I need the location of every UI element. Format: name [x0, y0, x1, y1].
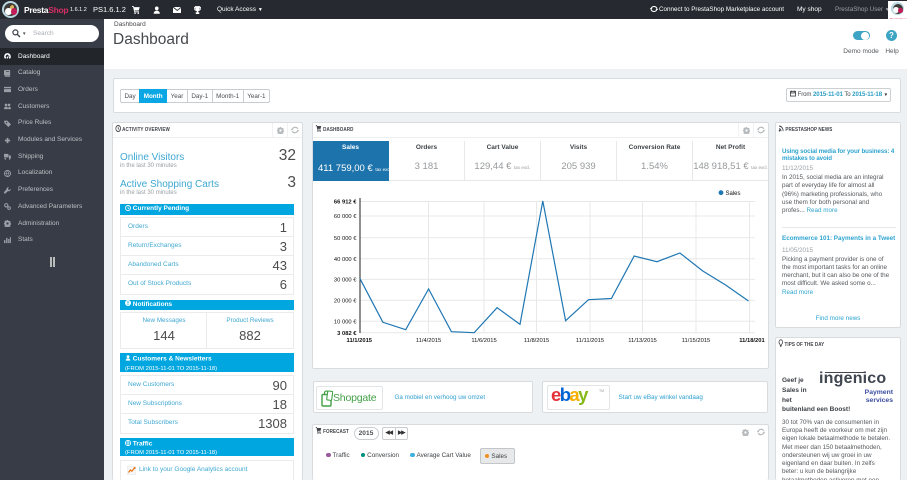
- svg-text:11/4/2015: 11/4/2015: [416, 338, 441, 344]
- svg-text:3 082 €: 3 082 €: [337, 331, 357, 337]
- svg-text:20 000 €: 20 000 €: [334, 298, 357, 304]
- svg-text:66 912 €: 66 912 €: [334, 200, 357, 206]
- svg-text:60 000 €: 60 000 €: [334, 214, 357, 220]
- svg-text:11/8/2015: 11/8/2015: [524, 338, 549, 344]
- svg-text:11/1/2015: 11/1/2015: [347, 338, 373, 344]
- svg-text:11/6/2015: 11/6/2015: [471, 338, 496, 344]
- svg-text:50 000 €: 50 000 €: [334, 236, 357, 242]
- svg-text:30 000 €: 30 000 €: [334, 278, 357, 284]
- svg-text:10 000 €: 10 000 €: [334, 319, 357, 325]
- svg-text:40 000 €: 40 000 €: [334, 257, 357, 263]
- svg-text:11/18/201: 11/18/201: [739, 338, 765, 344]
- svg-text:11/11/2015: 11/11/2015: [576, 338, 604, 344]
- svg-text:Sales: Sales: [726, 191, 741, 197]
- svg-text:11/13/2015: 11/13/2015: [628, 338, 657, 344]
- svg-text:11/15/2015: 11/15/2015: [682, 338, 711, 344]
